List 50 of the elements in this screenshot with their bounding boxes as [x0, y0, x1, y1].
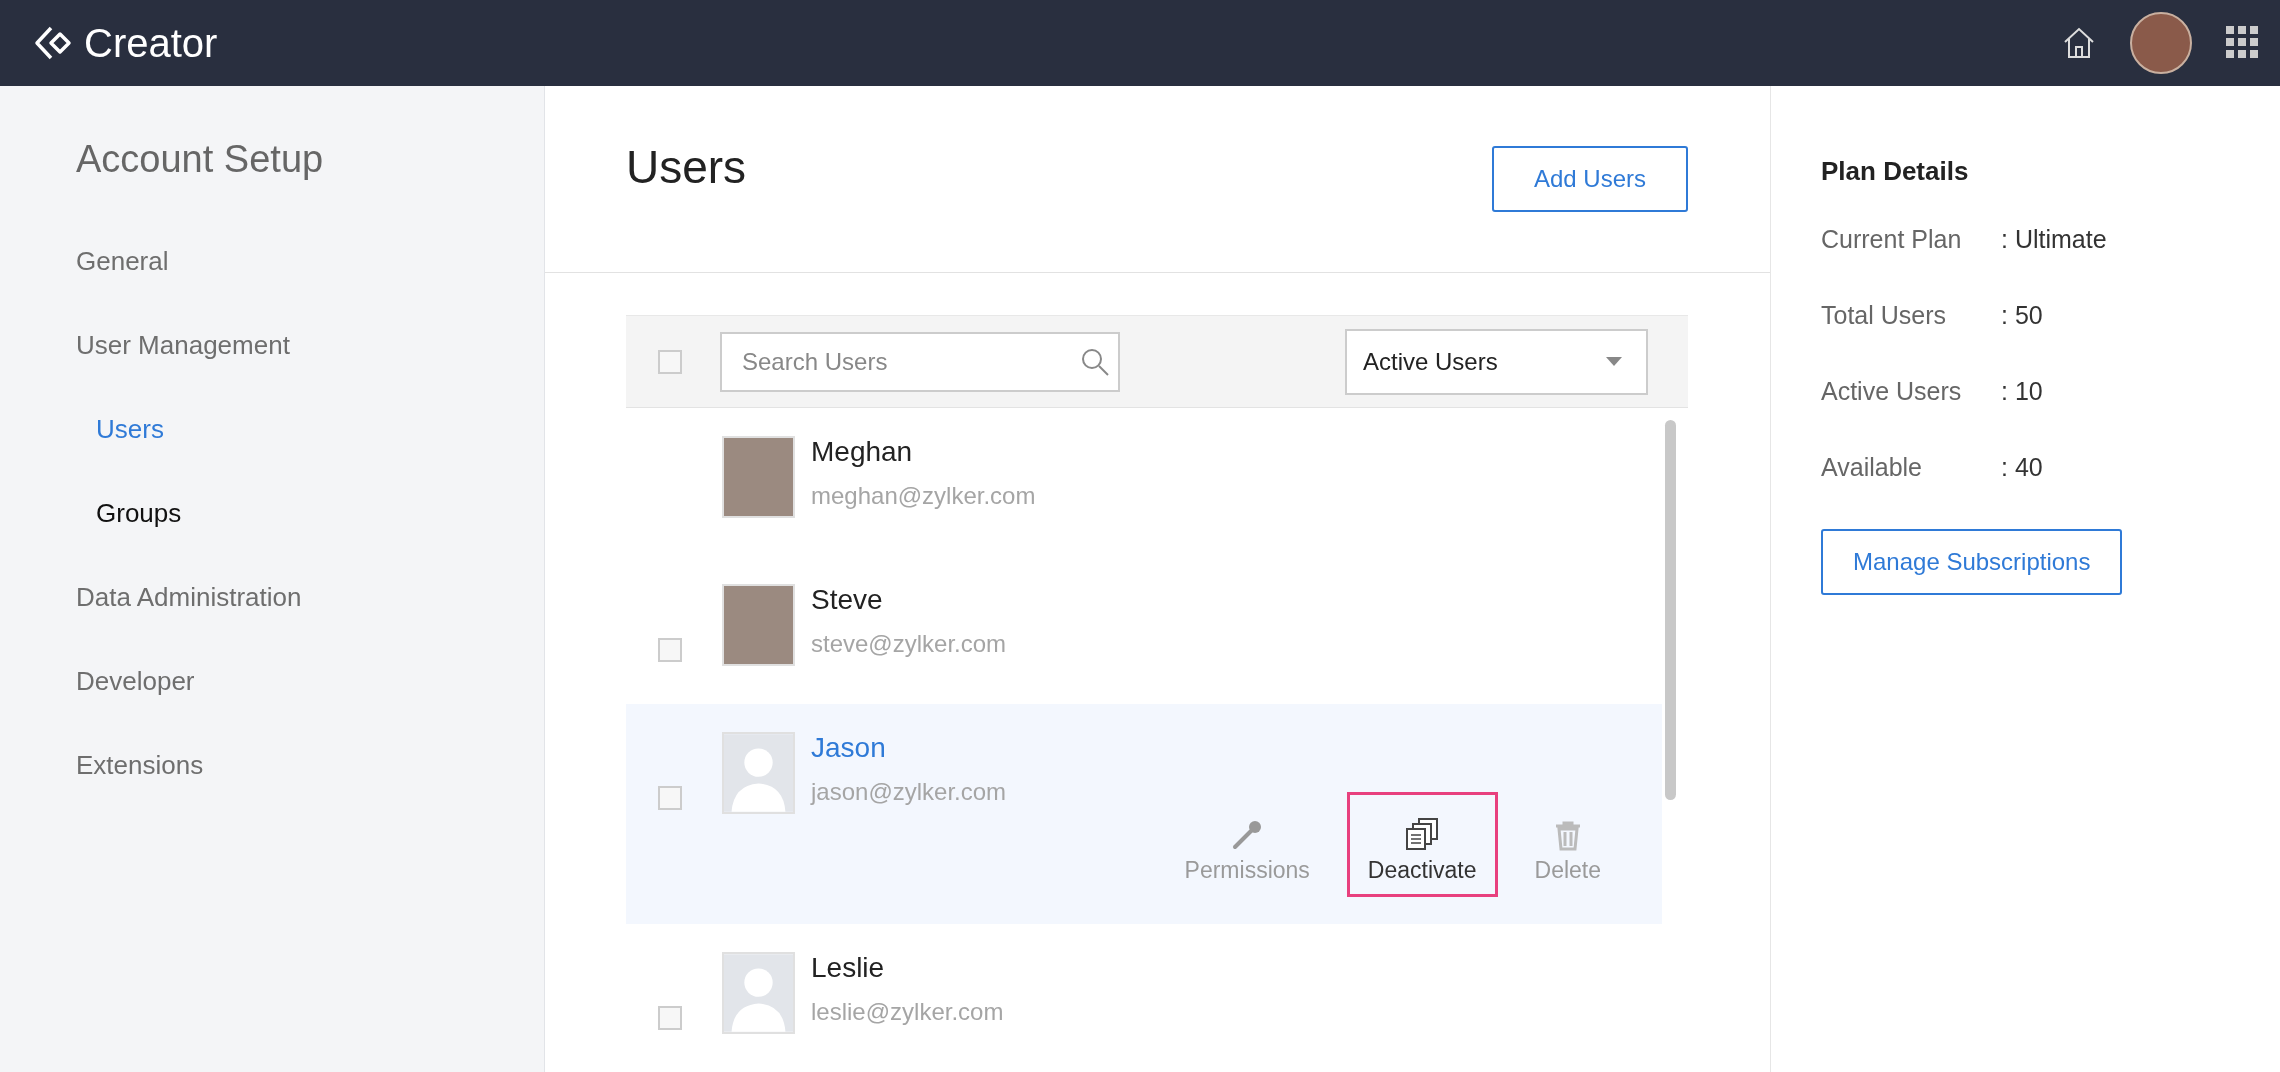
plan-label: Current Plan: [1821, 225, 1963, 255]
page-title: Users: [626, 140, 747, 194]
row-checkbox[interactable]: [658, 786, 682, 811]
manage-subscriptions-button[interactable]: Manage Subscriptions: [1821, 529, 2123, 595]
nav-item[interactable]: Users: [76, 387, 164, 471]
search-field[interactable]: Search Users: [720, 331, 1120, 392]
focused-action-button[interactable]: Deactivate: [1346, 792, 1498, 898]
user-name[interactable]: Jason: [811, 732, 1007, 765]
row-checkbox[interactable]: [658, 1005, 682, 1030]
user-email: meghan@zylker.com: [811, 482, 1036, 511]
plan-value: : 50: [2001, 301, 2043, 331]
action-button[interactable]: Delete: [1513, 796, 1622, 898]
add-users-button[interactable]: Add Users: [1491, 146, 1688, 212]
search-icon[interactable]: [1080, 346, 1110, 377]
user-name[interactable]: Meghan: [811, 436, 1036, 469]
filter-dropdown[interactable]: Active Users: [1345, 328, 1648, 395]
home-icon[interactable]: [2062, 26, 2096, 60]
default-avatar-icon: [722, 732, 795, 815]
row-checkbox[interactable]: [658, 638, 682, 663]
scrollbar[interactable]: [1665, 420, 1676, 800]
plan-value: : 40: [2001, 453, 2043, 483]
user-name[interactable]: Leslie: [811, 951, 1004, 984]
copy-documents-icon: [1405, 817, 1440, 852]
trash-icon: [1553, 821, 1582, 852]
key-icon: [1231, 819, 1264, 852]
nav-item[interactable]: Developer: [76, 639, 195, 723]
user-email: steve@zylker.com: [811, 630, 1007, 659]
logo-icon[interactable]: [34, 24, 72, 62]
app-title: Creator: [84, 20, 218, 66]
user-name[interactable]: Steve: [811, 584, 1007, 617]
user-email: leslie@zylker.com: [811, 997, 1004, 1026]
plan-value: : Ultimate: [2001, 225, 2107, 255]
dropdown-caret-icon: [1606, 357, 1622, 366]
nav-item[interactable]: Groups: [76, 471, 182, 555]
sidebar-title: Account Setup: [76, 138, 324, 181]
action-button[interactable]: Permissions: [1163, 794, 1331, 898]
nav-item[interactable]: Extensions: [76, 723, 204, 807]
filter-value: Active Users: [1363, 347, 1498, 376]
user-email: jason@zylker.com: [811, 778, 1007, 807]
nav-item[interactable]: General: [76, 219, 169, 303]
apps-grid-icon[interactable]: [2226, 26, 2260, 60]
nav-item[interactable]: User Management: [76, 303, 290, 387]
plan-value: : 10: [2001, 377, 2043, 407]
plan-label: Available: [1821, 453, 1923, 483]
plan-label: Total Users: [1821, 301, 1948, 331]
default-avatar-icon: [722, 951, 795, 1034]
plan-label: Active Users: [1821, 377, 1963, 407]
panel-title: Plan Details: [1821, 156, 1969, 187]
select-all-checkbox[interactable]: [658, 349, 682, 374]
nav-item[interactable]: Data Administration: [76, 555, 302, 639]
